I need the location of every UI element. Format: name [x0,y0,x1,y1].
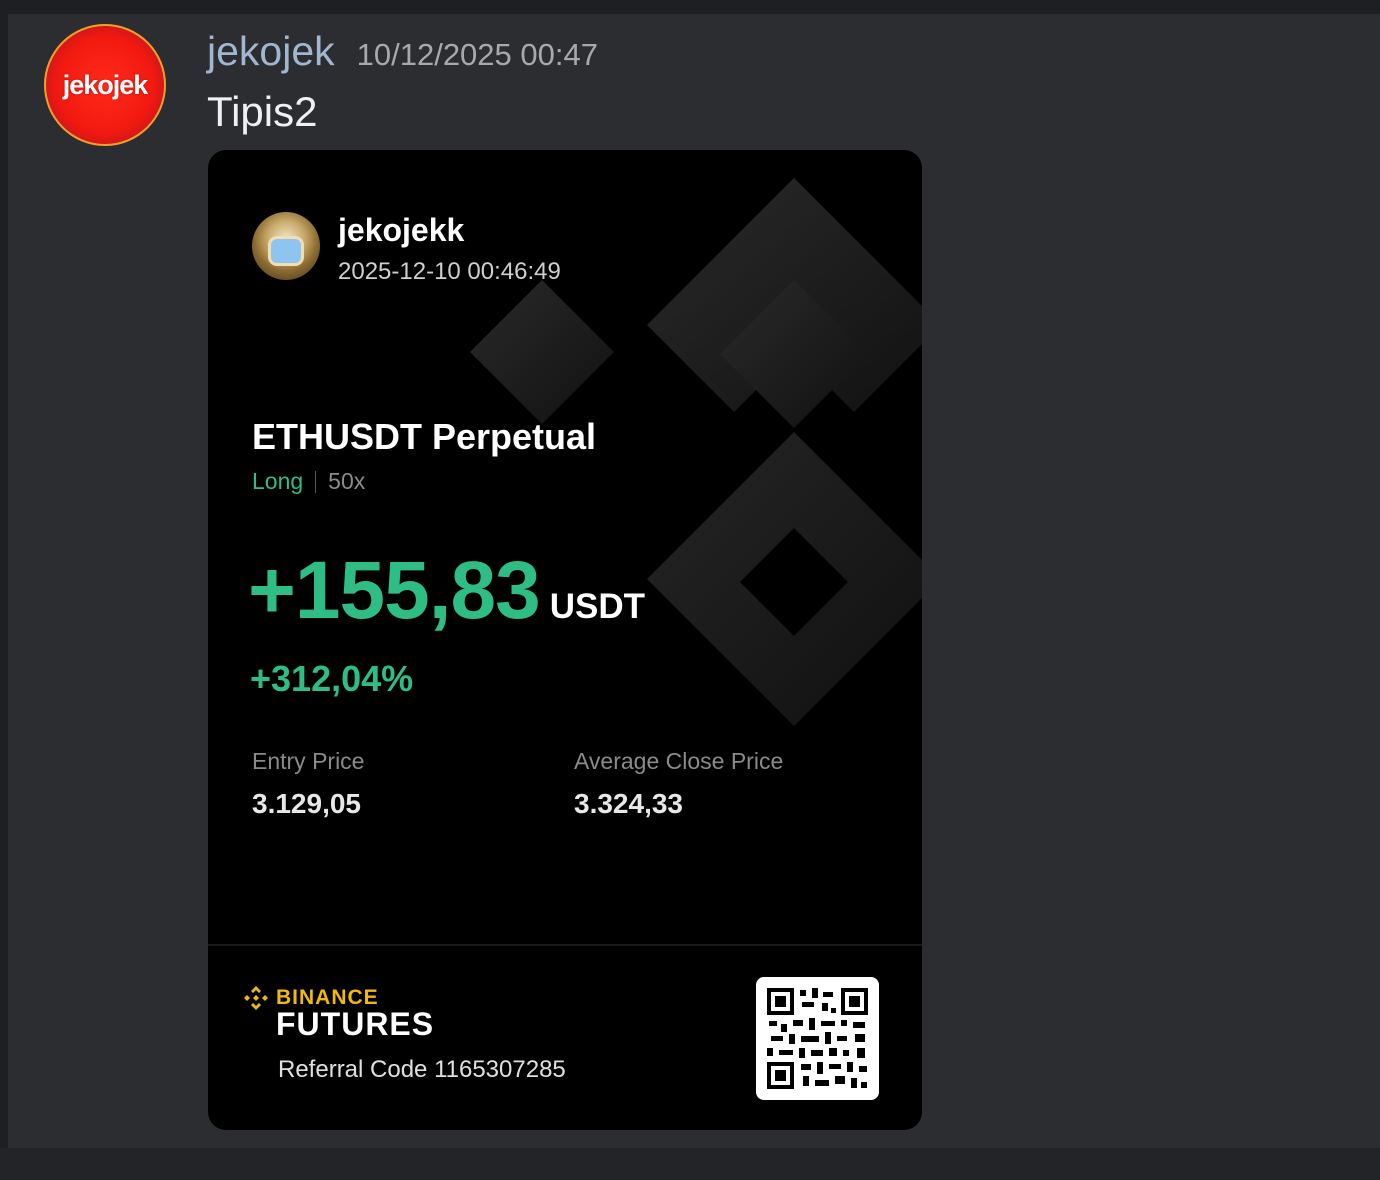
pnl-unit: USDT [549,587,645,626]
referral-code: Referral Code 1165307285 [278,1056,566,1083]
left-divider [0,0,8,1180]
entry-price-label: Entry Price [252,748,365,774]
message-username[interactable]: jekojek [207,28,335,75]
pnl-row: +155,83 USDT [248,544,645,638]
position-side: Long [252,468,304,494]
card-divider [208,944,922,946]
qr-code-pattern [767,988,868,1089]
pnl-share-card-image[interactable]: jekojekk 2025-12-10 00:46:49 ETHUSDT Per… [208,150,922,1130]
message-text: Tipis2 [207,88,318,135]
pnl-value: +155,83 [248,545,541,636]
binance-logo-icon [244,986,268,1010]
leverage: 50x [328,468,366,494]
next-message-area [0,1148,1380,1180]
message-timestamp: 10/12/2025 00:47 [356,37,598,72]
card-user-avatar [252,212,320,280]
close-price-value: 3.324,33 [574,788,683,819]
close-price-label: Average Close Price [574,748,784,774]
entry-price-value: 3.129,05 [252,788,361,819]
card-username: jekojekk [338,212,465,248]
avatar-logo-text: jekojek [62,69,149,100]
card-avatar-picture [271,239,301,263]
position-info: Long 50x [252,468,365,495]
brand-product: FUTURES [276,1006,435,1042]
card-datetime: 2025-12-10 00:46:49 [338,258,561,285]
user-avatar[interactable]: jekojek [44,24,166,146]
separator [315,470,317,493]
trading-pair: ETHUSDT Perpetual [252,416,597,457]
qr-code-icon [756,977,879,1100]
top-divider [0,0,1380,14]
roi-percent: +312,04% [250,658,414,699]
message-header: jekojek 10/12/2025 00:47 [207,28,598,78]
